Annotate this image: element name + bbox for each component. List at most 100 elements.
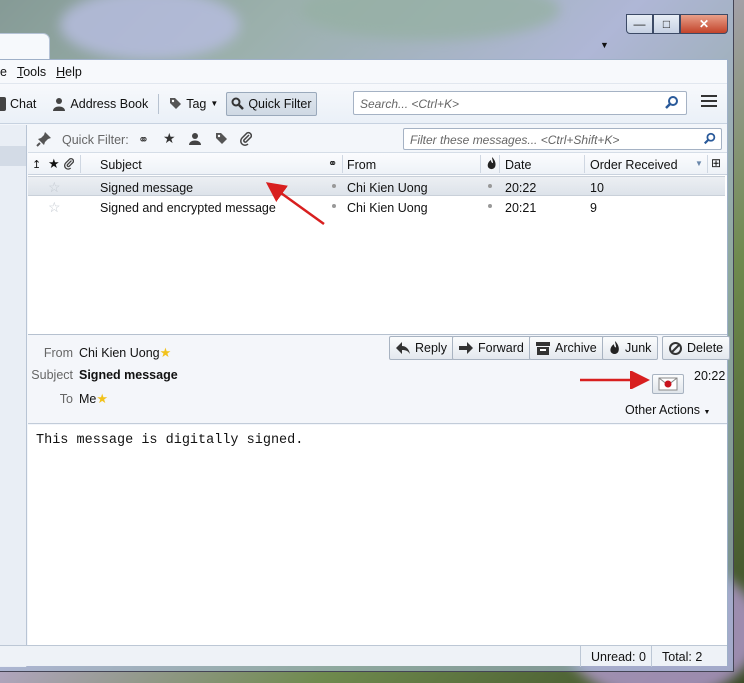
delete-icon [669,341,682,355]
contact-icon [53,97,66,111]
other-actions-label: Other Actions [625,403,701,417]
row-subject: Signed message [100,181,194,195]
thread-column-header: ↥ ★ Subject ⚭ From Date Order Received ▼… [28,153,727,175]
quick-filter-button[interactable]: Quick Filter [226,91,317,116]
row-date: 20:21 [505,201,537,215]
to-name: Me [79,392,97,406]
menu-item-edit[interactable]: e [0,65,12,79]
signature-status-button[interactable] [652,374,684,394]
reply-label: Reply [415,341,447,355]
main-client: e Tools Help Chat Address Book Tag ▼ Qui [0,59,731,667]
star-column-icon[interactable]: ★ [48,156,60,172]
column-header-subject[interactable]: Subject [100,158,142,172]
column-divider[interactable] [707,155,708,173]
status-divider [580,646,581,667]
junk-status-dot[interactable] [488,204,492,208]
toolbar-separator [158,93,160,114]
folder-item-selected[interactable] [0,146,26,166]
close-button[interactable]: ✕ [680,14,728,34]
search-icon[interactable] [664,95,680,111]
minimize-button[interactable]: — [626,14,653,34]
status-divider [651,646,652,667]
forward-button[interactable]: Forward [452,336,531,360]
tag-button[interactable]: Tag ▼ [165,92,222,116]
junk-button[interactable]: Junk [602,336,659,360]
table-row[interactable]: ☆ Signed and encrypted message Chi Kien … [28,197,725,217]
attachment-column-icon[interactable] [64,157,74,170]
window-controls: — □ ✕ [626,14,730,34]
unread-count: Unread: 0 [591,650,646,664]
filter-placeholder: Filter these messages... <Ctrl+Shift+K> [410,133,620,147]
message-body: This message is digitally signed. [28,425,727,645]
other-actions-button[interactable]: Other Actions ▼ [625,403,710,417]
tag-icon [170,98,182,109]
tag-label: Tag [186,96,207,111]
delete-label: Delete [687,341,724,355]
attachment-filter-icon[interactable] [240,131,252,146]
star-icon[interactable]: ☆ [48,199,61,216]
row-order: 9 [590,201,597,215]
tag-filter-icon[interactable] [215,132,228,145]
chat-button[interactable]: Chat [0,92,40,116]
star-icon[interactable]: ★ [160,345,172,360]
status-bar: Unread: 0 Total: 2 [0,645,727,667]
app-menu-icon[interactable] [701,95,717,109]
column-header-from[interactable]: From [347,158,376,172]
column-picker-icon[interactable]: ⊞ [711,156,721,170]
read-status-dot[interactable] [332,204,336,208]
from-name: Chi Kien Uong [79,346,160,360]
menu-item-help[interactable]: Help [51,65,87,79]
column-divider[interactable] [480,155,481,173]
search-input[interactable]: Search... <Ctrl+K> [353,91,687,115]
tab-mail[interactable] [0,33,50,60]
read-status-dot[interactable] [332,184,336,188]
star-icon[interactable]: ★ [96,391,108,406]
junk-icon [610,341,619,354]
thread-column-icon[interactable]: ↥ [32,158,41,171]
table-row[interactable]: ☆ Signed message Chi Kien Uong 20:22 10 [28,176,725,196]
quick-filter-title: Quick Filter: [62,133,129,147]
column-divider[interactable] [342,155,343,173]
filter-messages-input[interactable]: Filter these messages... <Ctrl+Shift+K> [403,128,722,150]
from-value[interactable]: Chi Kien Uong★ [79,345,171,361]
delete-button[interactable]: Delete [662,336,731,360]
row-from: Chi Kien Uong [347,181,428,195]
archive-icon [536,341,550,355]
sort-descending-icon: ▼ [695,159,703,168]
chevron-down-icon: ▼ [703,409,711,416]
column-divider[interactable] [584,155,585,173]
column-divider[interactable] [499,155,500,173]
search-icon [231,97,245,110]
junk-column-icon[interactable] [487,157,496,170]
junk-status-dot[interactable] [488,184,492,188]
chevron-down-icon: ▼ [210,99,219,108]
star-filter-icon[interactable]: ★ [163,130,176,147]
read-status-column-icon[interactable]: ⚭ [328,157,337,170]
tab-list-chevron-icon[interactable]: ▼ [600,40,609,50]
maximize-button[interactable]: □ [653,14,680,34]
total-count: Total: 2 [662,650,703,664]
chat-label: Chat [10,96,37,111]
column-divider[interactable] [80,155,81,173]
message-time: 20:22 [694,369,726,383]
star-icon[interactable]: ☆ [48,179,61,196]
pin-icon[interactable] [36,131,52,147]
menu-item-tools[interactable]: Tools [12,65,51,79]
to-value[interactable]: Me★ [79,391,108,407]
thread-filter-icon[interactable]: ⚭ [138,132,149,148]
to-label: To [59,392,73,406]
main-toolbar: Chat Address Book Tag ▼ Quick Filter Sea… [0,84,727,124]
archive-button[interactable]: Archive [529,336,604,360]
subject-label: Subject [31,368,73,382]
row-date: 20:22 [505,181,537,195]
row-subject: Signed and encrypted message [100,201,276,215]
from-label: From [43,346,73,360]
contact-filter-icon[interactable] [189,132,201,145]
column-header-date[interactable]: Date [505,158,531,172]
reply-button[interactable]: Reply [389,336,454,360]
signed-envelope-icon [658,377,678,391]
search-icon [703,132,716,145]
address-book-button[interactable]: Address Book [48,92,152,116]
message-header-pane: From Chi Kien Uong★ Subject Signed messa… [28,336,731,424]
column-header-order-received[interactable]: Order Received [590,158,678,172]
